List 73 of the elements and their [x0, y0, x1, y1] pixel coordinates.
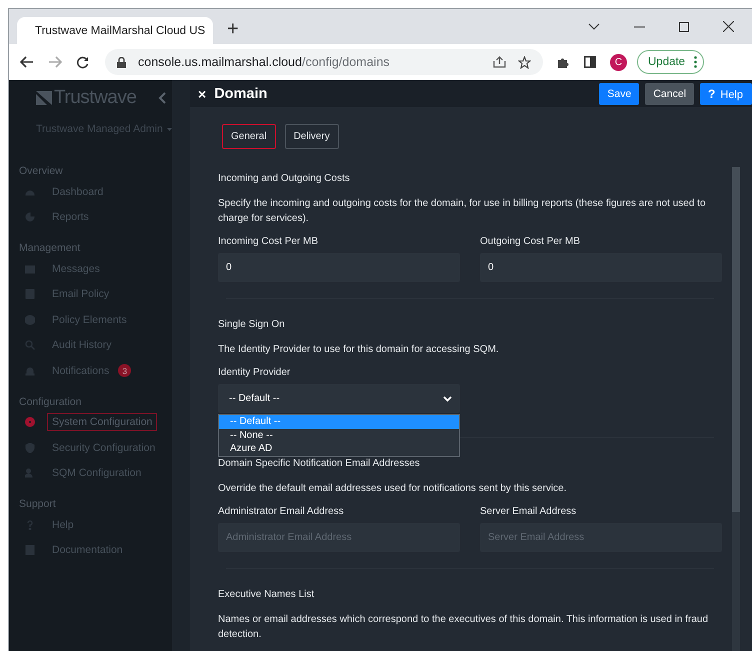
save-button[interactable]: Save: [599, 82, 640, 104]
field-label: Administrator Email Address: [218, 506, 345, 517]
nav-item[interactable]: Reports: [47, 208, 94, 226]
nav-item[interactable]: Help: [47, 516, 79, 534]
count-badge: 3: [118, 364, 132, 378]
dialog-title: Domain: [214, 86, 268, 102]
help-button[interactable]: ? Help: [700, 82, 752, 104]
shield-icon: [25, 442, 35, 453]
dropdown-option[interactable]: -- Default --: [219, 415, 459, 428]
puzzle-icon[interactable]: [557, 56, 570, 68]
browser-tab[interactable]: Trustwave MailMarshal Cloud US: [17, 17, 213, 44]
section-heading: Management: [19, 241, 82, 256]
section-heading: Configuration: [19, 394, 82, 410]
section-title: Single Sign On: [218, 319, 286, 330]
section-heading: Overview: [19, 164, 64, 179]
dropdown-option[interactable]: Azure AD: [219, 442, 459, 456]
share-icon[interactable]: [493, 56, 506, 68]
cancel-button[interactable]: Cancel: [645, 82, 694, 104]
help-icon: [25, 520, 35, 530]
tab[interactable]: General: [222, 124, 276, 149]
nav-item[interactable]: SQM Configuration: [47, 464, 146, 482]
close-button[interactable]: ×: [198, 86, 206, 102]
nav-item[interactable]: Dashboard: [47, 182, 108, 201]
field-label: Identity Provider: [218, 367, 292, 378]
select-field[interactable]: -- Default --: [218, 384, 460, 413]
collapse-icon[interactable]: [158, 92, 166, 104]
field-label: Server Email Address: [480, 506, 578, 517]
update-button[interactable]: Update: [637, 50, 704, 74]
field-label: Incoming Cost Per MB: [218, 236, 320, 247]
section-description: The Identity Provider to use for this domain for accessing SQM.: [218, 343, 500, 357]
lock-icon: [117, 56, 126, 68]
nav-item[interactable]: Security Configuration: [47, 438, 160, 457]
pie-icon: [25, 212, 35, 222]
dropdown-option[interactable]: -- None --: [219, 428, 459, 442]
chevron-down-icon: [443, 396, 452, 402]
star-icon[interactable]: [518, 56, 531, 68]
nav-item[interactable]: Notifications: [47, 362, 114, 380]
maximize-icon[interactable]: [679, 22, 689, 32]
nav-item[interactable]: Documentation: [47, 541, 128, 560]
nav-item[interactable]: Messages: [47, 260, 105, 278]
nav-item[interactable]: Policy Elements: [47, 310, 132, 329]
minimize-icon[interactable]: [634, 26, 645, 28]
scrollbar-track[interactable]: [732, 167, 740, 651]
close-icon[interactable]: [723, 21, 734, 32]
url-text: console.us.mailmarshal.cloud/config/domains: [138, 55, 390, 69]
section-title: Incoming and Outgoing Costs: [218, 173, 351, 184]
bell-icon: [25, 366, 35, 376]
section-description: Specify the incoming and outgoing costs for the domain, for use in billing reports (these figures are not used to charge for services).: [218, 197, 706, 226]
tab[interactable]: Delivery: [284, 124, 339, 149]
section-title: Domain Specific Notification Email Addresses: [218, 458, 421, 469]
section-description: Override the default email addresses used for notifications sent by this service.: [218, 482, 568, 496]
new-tab-button[interactable]: +: [227, 17, 239, 41]
logo-icon: [36, 91, 52, 105]
tab-title: Trustwave MailMarshal Cloud US: [35, 24, 206, 36]
input-field[interactable]: 0: [218, 253, 460, 282]
scrollbar-thumb[interactable]: [732, 167, 740, 512]
nav-item[interactable]: Email Policy: [47, 285, 114, 304]
side-panel-icon[interactable]: [584, 56, 596, 68]
field-label: Outgoing Cost Per MB: [480, 236, 582, 247]
more-icon[interactable]: [694, 56, 698, 68]
search-icon: [25, 340, 35, 350]
profile-avatar[interactable]: C: [610, 54, 627, 70]
section-title: Executive Names List: [218, 589, 316, 600]
chevron-down-icon[interactable]: [588, 22, 600, 30]
section-heading: Support: [19, 497, 57, 512]
reload-icon[interactable]: [76, 56, 89, 68]
logo-text: Trustwave: [54, 87, 136, 109]
back-icon[interactable]: [20, 56, 34, 68]
input-field[interactable]: 0: [480, 253, 722, 282]
nav-item[interactable]: System Configuration: [47, 413, 158, 432]
nav-item[interactable]: Audit History: [47, 336, 117, 354]
section-description: Names or email addresses which correspond to the executives of this domain. This information is used in fraud detection.: [218, 613, 710, 642]
address-bar[interactable]: console.us.mailmarshal.cloud/config/domains: [105, 49, 543, 75]
